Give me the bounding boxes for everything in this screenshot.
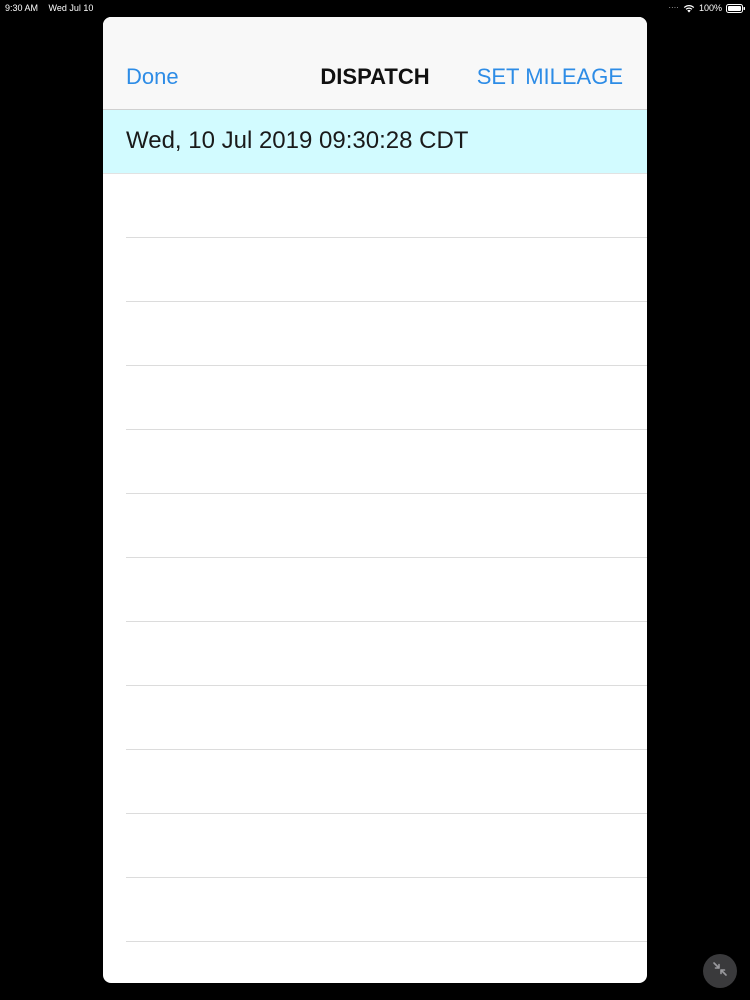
- set-mileage-button[interactable]: SET MILEAGE: [477, 64, 623, 90]
- nav-bar: Done DISPATCH SET MILEAGE: [103, 17, 647, 110]
- status-right: ···· 100%: [668, 0, 746, 16]
- dispatch-sheet: Done DISPATCH SET MILEAGE Wed, 10 Jul 20…: [103, 17, 647, 983]
- list-item[interactable]: [126, 366, 647, 430]
- list-item[interactable]: [126, 174, 647, 238]
- status-bar: 9:30 AM Wed Jul 10 ···· 100%: [0, 0, 750, 16]
- list-item[interactable]: [126, 558, 647, 622]
- list-item[interactable]: [126, 494, 647, 558]
- status-left: 9:30 AM Wed Jul 10: [5, 0, 101, 16]
- status-date: Wed Jul 10: [48, 3, 94, 13]
- screen: 9:30 AM Wed Jul 10 ···· 100% Done DISPAT…: [0, 0, 750, 1000]
- list-item[interactable]: [126, 750, 647, 814]
- list-item[interactable]: [126, 686, 647, 750]
- list-item[interactable]: [126, 878, 647, 942]
- battery-icon: [726, 3, 746, 13]
- battery-percent: 100%: [698, 3, 722, 13]
- wifi-icon: [683, 4, 695, 13]
- status-time: 9:30 AM: [5, 3, 39, 13]
- minimize-button[interactable]: [703, 954, 737, 988]
- dispatch-list: Wed, 10 Jul 2019 09:30:28 CDT: [103, 110, 647, 942]
- list-item[interactable]: [126, 622, 647, 686]
- list-item[interactable]: [126, 302, 647, 366]
- list-item[interactable]: Wed, 10 Jul 2019 09:30:28 CDT: [103, 110, 647, 174]
- signal-dots: ····: [668, 3, 679, 12]
- minimize-arrows-icon: [712, 961, 728, 982]
- list-item[interactable]: [126, 814, 647, 878]
- list-item[interactable]: [126, 238, 647, 302]
- list-item[interactable]: [126, 430, 647, 494]
- done-button[interactable]: Done: [126, 64, 179, 90]
- list-item-label: Wed, 10 Jul 2019 09:30:28 CDT: [126, 127, 469, 154]
